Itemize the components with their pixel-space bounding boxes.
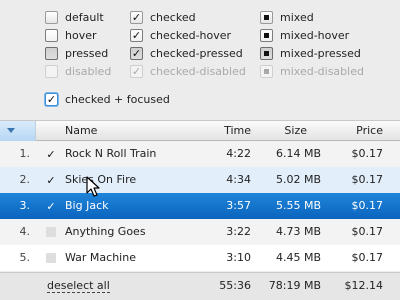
checkbox-states-panel: default hover pressed disabled ✓ checked…	[0, 0, 400, 120]
track-time: 3:57	[226, 199, 251, 212]
column-header-name[interactable]: Name	[65, 121, 97, 141]
row-checkbox[interactable]	[46, 253, 56, 263]
label-mixed: mixed	[280, 11, 314, 24]
label-checked-pressed: checked-pressed	[150, 47, 243, 60]
track-time: 3:10	[226, 251, 251, 264]
table-row[interactable]: 1. ✓ Rock N Roll Train 4:22 6.14 MB $0.1…	[0, 141, 400, 167]
checkmark-icon: ✓	[131, 65, 142, 78]
label-checked-focused: checked + focused	[65, 93, 170, 106]
mixed-indicator-icon	[264, 51, 269, 56]
mixed-indicator-icon	[264, 33, 269, 38]
checkmark-icon: ✓	[46, 199, 56, 213]
checkbox-default[interactable]	[45, 11, 58, 24]
label-checked-disabled: checked-disabled	[150, 65, 246, 78]
checkmark-icon: ✓	[131, 47, 142, 60]
deselect-all-link[interactable]: deselect all	[47, 280, 110, 293]
label-hover: hover	[65, 29, 97, 42]
checkmark-icon: ✓	[46, 147, 56, 161]
checkbox-checked-disabled: ✓	[130, 65, 143, 78]
label-checked: checked	[150, 11, 196, 24]
column-header-size[interactable]: Size	[265, 121, 307, 141]
row-checkbox[interactable]: ✓	[46, 147, 56, 161]
label-mixed-disabled: mixed-disabled	[280, 65, 364, 78]
table-footer: deselect all 55:36 78:19 MB $12.14	[0, 272, 400, 300]
row-number: 1.	[19, 147, 31, 160]
label-disabled: disabled	[65, 65, 112, 78]
track-time: 4:22	[226, 147, 251, 160]
checkbox-mixed-pressed[interactable]	[260, 47, 273, 60]
sort-arrow-down-icon	[7, 128, 15, 133]
checkbox-checked-focused[interactable]: ✓	[45, 93, 58, 106]
checkbox-mixed-disabled	[260, 65, 273, 78]
table-row[interactable]: 2. ✓ Skies On Fire 4:34 5.02 MB $0.17	[0, 167, 400, 193]
track-price: $0.17	[351, 173, 384, 186]
track-size: 5.55 MB	[275, 199, 321, 212]
track-time: 4:34	[226, 173, 251, 186]
track-size: 4.45 MB	[275, 251, 321, 264]
table-header: Name Time Size Price	[0, 120, 400, 141]
checkbox-checked-hover[interactable]: ✓	[130, 29, 143, 42]
track-size: 5.02 MB	[275, 173, 321, 186]
mixed-indicator-icon	[264, 69, 269, 74]
checkbox-mixed[interactable]	[260, 11, 273, 24]
checkmark-icon: ✓	[46, 173, 56, 187]
row-number: 4.	[19, 225, 31, 238]
track-name: Rock N Roll Train	[65, 147, 157, 160]
track-price: $0.17	[351, 199, 384, 212]
row-checkbox[interactable]: ✓	[46, 173, 56, 187]
row-number: 3.	[19, 199, 31, 212]
column-header-time[interactable]: Time	[205, 121, 251, 141]
mixed-indicator-icon	[264, 15, 269, 20]
column-header-price[interactable]: Price	[330, 121, 383, 141]
checkbox-hover[interactable]	[45, 29, 58, 42]
label-pressed: pressed	[65, 47, 109, 60]
total-price: $12.14	[344, 279, 384, 292]
row-number: 5.	[19, 251, 31, 264]
track-price: $0.17	[351, 147, 384, 160]
label-mixed-pressed: mixed-pressed	[280, 47, 361, 60]
row-checkbox[interactable]: ✓	[46, 199, 56, 213]
checkbox-pressed[interactable]	[45, 47, 58, 60]
row-checkbox[interactable]	[46, 227, 56, 237]
checkmark-icon: ✓	[46, 93, 57, 106]
label-mixed-hover: mixed-hover	[280, 29, 350, 42]
checkbox-disabled	[45, 65, 58, 78]
row-number: 2.	[19, 173, 31, 186]
label-default: default	[65, 11, 104, 24]
checkbox-mixed-hover[interactable]	[260, 29, 273, 42]
track-table: Name Time Size Price 1. ✓ Rock N Roll Tr…	[0, 120, 400, 300]
track-name: War Machine	[65, 251, 136, 264]
total-time: 55:36	[219, 279, 251, 292]
table-row[interactable]: 5. War Machine 3:10 4.45 MB $0.17	[0, 245, 400, 271]
track-price: $0.17	[351, 251, 384, 264]
table-row[interactable]: 3. ✓ Big Jack 3:57 5.55 MB $0.17	[0, 193, 400, 219]
table-row[interactable]: 4. Anything Goes 3:22 4.73 MB $0.17	[0, 219, 400, 245]
track-time: 3:22	[226, 225, 251, 238]
track-name: Anything Goes	[65, 225, 146, 238]
track-size: 4.73 MB	[275, 225, 321, 238]
checkmark-icon: ✓	[131, 11, 142, 24]
track-price: $0.17	[351, 225, 384, 238]
mouse-pointer-icon	[86, 176, 100, 197]
label-checked-hover: checked-hover	[150, 29, 232, 42]
sort-toggle-button[interactable]	[0, 121, 36, 141]
checkbox-checked[interactable]: ✓	[130, 11, 143, 24]
track-size: 6.14 MB	[275, 147, 321, 160]
total-size: 78:19 MB	[268, 279, 321, 292]
checkmark-icon: ✓	[131, 29, 142, 42]
checkbox-checked-pressed[interactable]: ✓	[130, 47, 143, 60]
